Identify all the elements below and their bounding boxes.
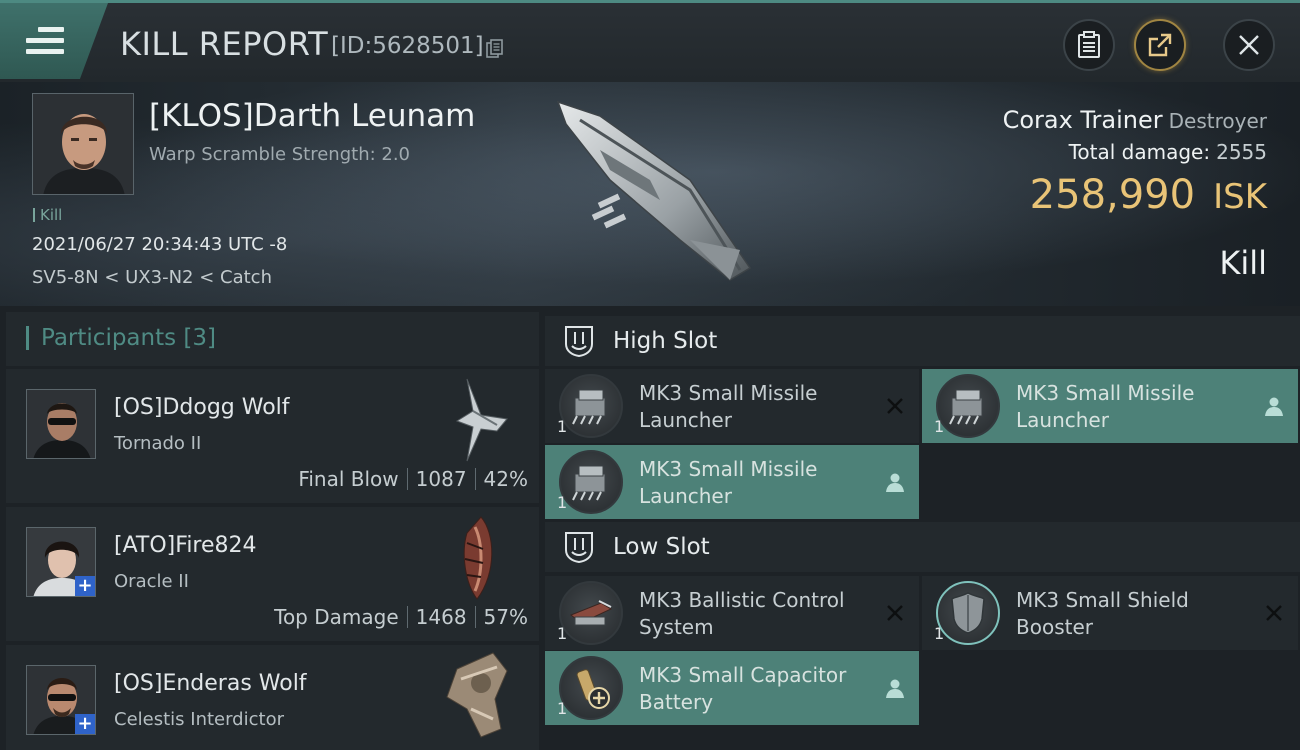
participants-panel: Participants [3] [OS]Ddogg Wolf Tornado … bbox=[6, 312, 539, 750]
participant-name[interactable]: [ATO]Fire824 bbox=[114, 533, 257, 558]
missile-launcher-icon bbox=[559, 450, 623, 514]
module-item[interactable]: 1 MK3 Ballistic Control System bbox=[545, 576, 919, 650]
module-quantity: 1 bbox=[934, 417, 945, 436]
kill-location: SV5-8N < UX3-N2 < Catch bbox=[32, 267, 272, 288]
kill-tag: Kill bbox=[33, 206, 62, 224]
participant-role: Final Blow bbox=[298, 467, 399, 491]
shield-booster-icon bbox=[936, 581, 1000, 645]
warp-scramble-strength: Warp Scramble Strength: 2.0 bbox=[149, 144, 411, 165]
participants-count: [3] bbox=[183, 325, 217, 351]
header-accent-bar bbox=[26, 326, 29, 350]
participant-row[interactable]: + [OS]Enderas Wolf Celestis Interdictor bbox=[6, 645, 539, 750]
module-quantity: 1 bbox=[557, 417, 568, 436]
participant-ship-image[interactable] bbox=[437, 375, 517, 465]
victim-avatar[interactable] bbox=[32, 93, 134, 195]
ship-name[interactable]: Corax Trainer bbox=[1003, 106, 1163, 134]
share-button[interactable] bbox=[1134, 19, 1186, 71]
share-icon bbox=[1148, 33, 1172, 57]
avatar[interactable]: + bbox=[26, 665, 96, 735]
module-name: MK3 Small Capacitor Battery bbox=[639, 663, 847, 714]
victim-name[interactable]: [KLOS]Darth Leunam bbox=[149, 98, 475, 134]
module-quantity: 1 bbox=[557, 493, 568, 512]
low-slot-title: Low Slot bbox=[613, 534, 710, 560]
report-id: [ID:5628501] bbox=[331, 33, 484, 59]
module-item[interactable]: 1 MK3 Small Capacitor Battery bbox=[545, 651, 919, 725]
isk-unit: ISK bbox=[1213, 177, 1267, 217]
destroyed-x-icon bbox=[887, 398, 903, 414]
close-icon bbox=[1239, 35, 1259, 55]
module-item[interactable]: 1 MK3 Small Missile Launcher bbox=[545, 445, 919, 519]
module-quantity: 1 bbox=[557, 699, 568, 718]
ship-class: Destroyer bbox=[1168, 109, 1267, 133]
module-quantity: 1 bbox=[934, 624, 945, 643]
plus-badge-icon: + bbox=[75, 714, 95, 734]
module-name: MK3 Small Missile Launcher bbox=[639, 381, 818, 432]
dropped-person-icon bbox=[1265, 397, 1283, 416]
module-item[interactable]: 1 MK3 Small Missile Launcher bbox=[545, 369, 919, 443]
ballistic-control-icon bbox=[559, 581, 623, 645]
participants-title: Participants [3] bbox=[41, 325, 217, 351]
module-quantity: 1 bbox=[557, 624, 568, 643]
header-bar: KILL REPORT [ID:5628501] bbox=[0, 0, 1300, 82]
close-button[interactable] bbox=[1223, 19, 1275, 71]
isk-loss: 258,990 ISK bbox=[1030, 172, 1267, 218]
participant-ship-image[interactable] bbox=[437, 649, 517, 739]
page-title: KILL REPORT bbox=[120, 25, 329, 63]
high-slot-icon bbox=[565, 326, 593, 358]
destroyed-x-icon bbox=[887, 605, 903, 621]
copy-icon[interactable] bbox=[486, 39, 504, 59]
module-name: MK3 Small Shield Booster bbox=[1016, 588, 1189, 639]
menu-button[interactable] bbox=[0, 3, 108, 79]
participant-ship-image[interactable] bbox=[437, 513, 517, 603]
participant-stats: Top Damage 1468 57% bbox=[274, 605, 528, 629]
low-slot-header: Low Slot bbox=[545, 522, 1300, 572]
participant-percent: 42% bbox=[483, 467, 528, 491]
total-damage-value: 2555 bbox=[1216, 140, 1267, 164]
menu-icon bbox=[26, 27, 64, 60]
destroyed-x-icon bbox=[1266, 605, 1282, 621]
high-slot-header: High Slot bbox=[545, 316, 1300, 366]
participant-row[interactable]: [OS]Ddogg Wolf Tornado II Final Blow 1087… bbox=[6, 369, 539, 503]
dropped-person-icon bbox=[886, 473, 904, 492]
participant-damage: 1087 bbox=[415, 467, 467, 491]
participant-name[interactable]: [OS]Enderas Wolf bbox=[114, 671, 307, 696]
plus-badge-icon: + bbox=[75, 576, 95, 596]
participant-ship: Celestis Interdictor bbox=[114, 709, 284, 730]
victim-ship: Corax Trainer Destroyer bbox=[1003, 106, 1267, 134]
low-slot-icon bbox=[565, 532, 593, 564]
module-item[interactable]: 1 MK3 Small Shield Booster bbox=[922, 576, 1298, 650]
victim-ship-image[interactable] bbox=[540, 90, 770, 290]
participant-row[interactable]: + [ATO]Fire824 Oracle II Top Damage 1468 5… bbox=[6, 507, 539, 641]
module-name: MK3 Small Missile Launcher bbox=[639, 457, 818, 508]
dropped-person-icon bbox=[886, 679, 904, 698]
clipboard-icon bbox=[1078, 31, 1100, 58]
module-name: MK3 Ballistic Control System bbox=[639, 588, 845, 639]
participant-name[interactable]: [OS]Ddogg Wolf bbox=[114, 395, 290, 420]
participants-header: Participants [3] bbox=[6, 312, 539, 366]
avatar[interactable]: + bbox=[26, 527, 96, 597]
result-label: Kill bbox=[1219, 244, 1267, 282]
clipboard-button[interactable] bbox=[1063, 19, 1115, 71]
participant-ship: Oracle II bbox=[114, 571, 189, 592]
participant-role: Top Damage bbox=[274, 605, 399, 629]
kill-timestamp: 2021/06/27 20:34:43 UTC -8 bbox=[32, 234, 288, 255]
high-slot-title: High Slot bbox=[613, 328, 718, 354]
participant-stats: Final Blow 1087 42% bbox=[298, 467, 528, 491]
total-damage-label: Total damage: bbox=[1068, 140, 1211, 164]
kill-banner: [KLOS]Darth Leunam Warp Scramble Strengt… bbox=[0, 82, 1300, 306]
missile-launcher-icon bbox=[936, 374, 1000, 438]
participant-damage: 1468 bbox=[415, 605, 467, 629]
missile-launcher-icon bbox=[559, 374, 623, 438]
capacitor-battery-icon bbox=[559, 656, 623, 720]
module-item[interactable]: 1 MK3 Small Missile Launcher bbox=[922, 369, 1298, 443]
total-damage: Total damage: 2555 bbox=[1069, 140, 1267, 164]
isk-value: 258,990 bbox=[1029, 172, 1196, 218]
participant-ship: Tornado II bbox=[114, 433, 202, 454]
participant-portrait-icon bbox=[27, 390, 95, 458]
module-name: MK3 Small Missile Launcher bbox=[1016, 381, 1195, 432]
victim-portrait-icon bbox=[33, 94, 133, 194]
avatar[interactable] bbox=[26, 389, 96, 459]
participant-percent: 57% bbox=[483, 605, 528, 629]
